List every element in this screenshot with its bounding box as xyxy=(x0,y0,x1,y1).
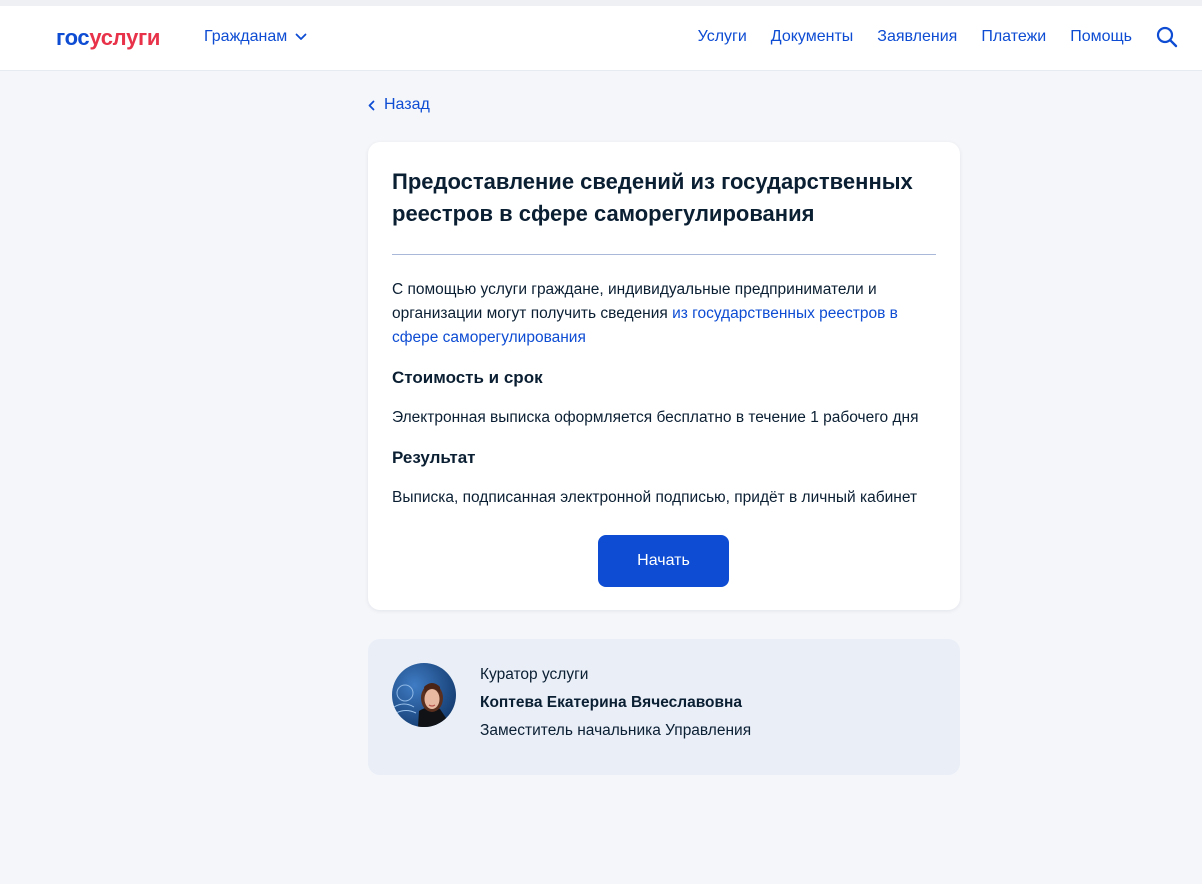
logo-text-part2: услуги xyxy=(89,25,161,50)
citizens-dropdown-label: Гражданам xyxy=(204,28,288,45)
citizens-dropdown[interactable]: Гражданам xyxy=(204,28,307,46)
start-button[interactable]: Начать xyxy=(598,535,729,587)
cost-heading: Стоимость и срок xyxy=(392,368,543,387)
search-icon xyxy=(1156,26,1178,48)
result-heading: Результат xyxy=(392,448,476,467)
logo-text-part1: гос xyxy=(56,25,90,50)
back-link[interactable]: Назад xyxy=(368,96,430,114)
page-title: Предоставление сведений из государственн… xyxy=(392,169,913,226)
curator-position: Заместитель начальника Управления xyxy=(480,722,752,739)
chevron-left-icon xyxy=(368,100,375,110)
nav-link-applications[interactable]: Заявления xyxy=(877,28,957,46)
curator-label: Куратор услуги xyxy=(480,666,589,683)
cost-text: Электронная выписка оформляется бесплатн… xyxy=(392,409,919,426)
back-link-label: Назад xyxy=(384,96,430,113)
service-description: С помощью услуги граждане, индивидуальны… xyxy=(392,278,940,350)
nav-link-help[interactable]: Помощь xyxy=(1070,28,1132,46)
nav-link-services[interactable]: Услуги xyxy=(698,28,747,46)
search-button[interactable] xyxy=(1156,26,1178,48)
nav-link-payments[interactable]: Платежи xyxy=(981,28,1046,46)
site-header: госуслуги Гражданам Услуги Документы Зая… xyxy=(0,0,1202,71)
chevron-down-icon xyxy=(295,33,307,40)
main-nav: Услуги Документы Заявления Платежи Помощ… xyxy=(698,28,1132,46)
curator-name: Коптева Екатерина Вячеславовна xyxy=(480,694,743,711)
gosuslugi-logo[interactable]: госуслуги xyxy=(56,25,160,51)
title-divider xyxy=(392,254,936,255)
curator-card: Куратор услуги Коптева Екатерина Вячесла… xyxy=(368,639,960,775)
service-card: Предоставление сведений из государственн… xyxy=(368,142,960,610)
curator-photo xyxy=(392,663,456,727)
nav-link-documents[interactable]: Документы xyxy=(771,28,853,46)
avatar xyxy=(392,663,456,727)
result-text: Выписка, подписанная электронной подпись… xyxy=(392,489,918,506)
